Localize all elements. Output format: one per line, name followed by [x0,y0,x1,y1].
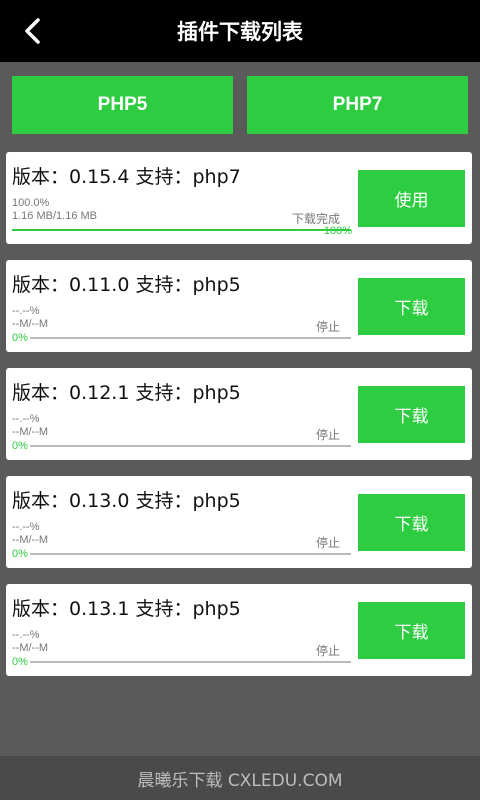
download-status: 停止 [315,644,340,658]
progress-bar [12,337,351,339]
plugin-version-title: 版本：0.13.1 支持：php5 [12,598,241,620]
download-percent: --.--% [12,629,40,641]
progress-label: 0% [12,656,30,668]
page-title: 插件下载列表 [177,20,303,44]
progress-label: 0% [12,548,30,560]
progress-label: 100% [323,225,352,237]
tab-php7[interactable]: PHP7 [247,76,468,134]
download-percent: --.--% [12,413,40,425]
progress-bar [12,229,351,231]
tab-php5[interactable]: PHP5 [12,76,233,134]
download-percent: --.--% [12,305,40,317]
download-size: --M/--M [12,642,49,654]
progress-label: 0% [12,440,30,452]
download-button[interactable]: 下载 [358,386,465,443]
progress-label: 0% [12,332,30,344]
download-status: 停止 [315,536,340,550]
download-percent: 100.0% [12,197,50,209]
download-button[interactable]: 下载 [358,278,465,335]
plugin-version-title: 版本：0.13.0 支持：php5 [12,490,241,512]
plugin-card: 版本：0.12.1 支持：php5 --.--% --M/--M 停止 0% 下… [6,368,472,460]
watermark-text: 晨曦乐下载 CXLEDU.COM [137,770,343,791]
download-button[interactable]: 下载 [358,602,465,659]
plugin-version-title: 版本：0.11.0 支持：php5 [12,274,241,296]
plugin-list: 版本：0.15.4 支持：php7 100.0% 1.16 MB/1.16 MB… [6,152,472,692]
plugin-card: 版本：0.13.1 支持：php5 --.--% --M/--M 停止 0% 下… [6,584,472,676]
plugin-version-title: 版本：0.12.1 支持：php5 [12,382,241,404]
progress-bar [12,661,351,663]
progress-bar [12,553,351,555]
download-size: --M/--M [12,534,49,546]
download-size: --M/--M [12,318,49,330]
progress-fill [12,229,351,231]
php-version-tabs: PHP5 PHP7 [12,76,468,134]
plugin-card: 版本：0.15.4 支持：php7 100.0% 1.16 MB/1.16 MB… [6,152,472,244]
plugin-card: 版本：0.13.0 支持：php5 --.--% --M/--M 停止 0% 下… [6,476,472,568]
download-percent: --.--% [12,521,40,533]
plugin-card: 版本：0.11.0 支持：php5 --.--% --M/--M 停止 0% 下… [6,260,472,352]
app-header: 插件下载列表 [0,0,480,62]
back-button[interactable] [12,11,52,51]
download-button[interactable]: 下载 [358,494,465,551]
plugin-version-title: 版本：0.15.4 支持：php7 [12,166,241,188]
download-size: --M/--M [12,426,49,438]
download-size: 1.16 MB/1.16 MB [12,210,97,222]
download-status: 停止 [315,320,340,334]
download-status: 停止 [315,428,340,442]
chevron-left-icon [25,18,40,44]
progress-bar [12,445,351,447]
use-button[interactable]: 使用 [358,170,465,227]
watermark-bar: 晨曦乐下载 CXLEDU.COM [0,756,480,800]
